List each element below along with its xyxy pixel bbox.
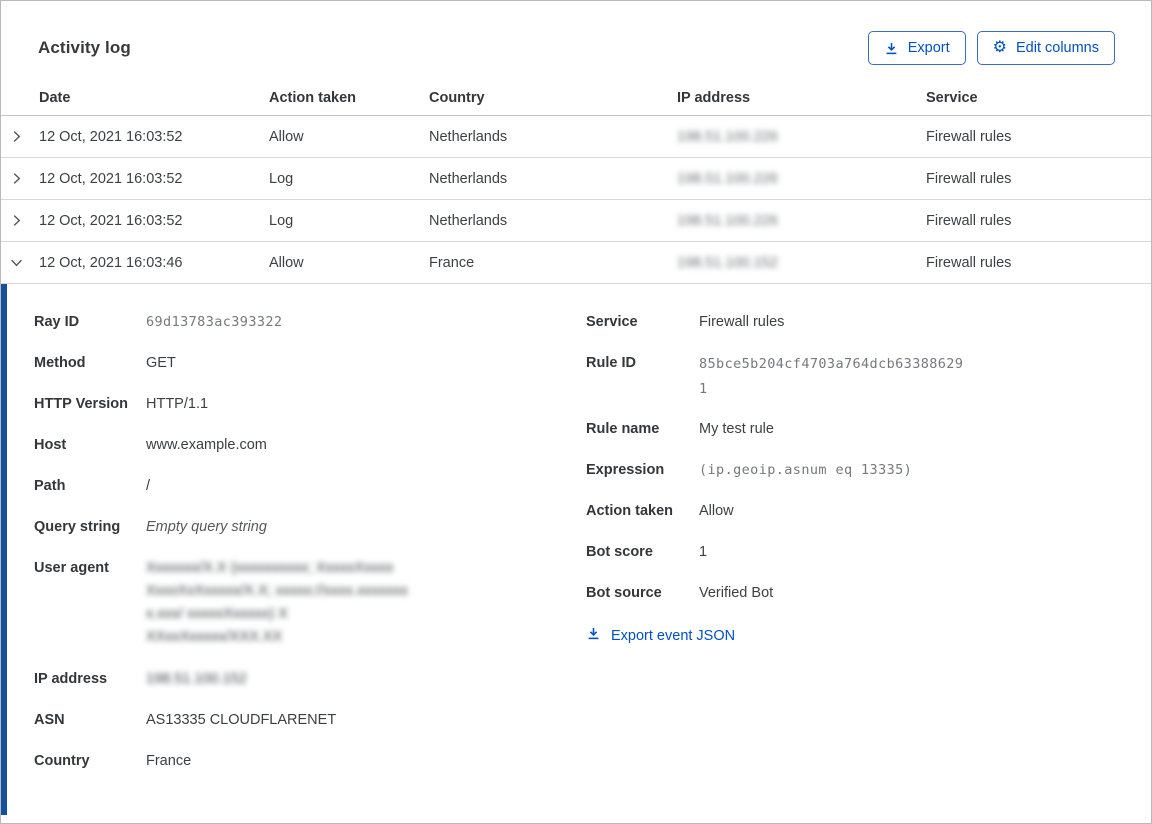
- row-service: Firewall rules: [926, 170, 1012, 187]
- country-value: France: [146, 753, 192, 769]
- detail-row-http-version: HTTP Version HTTP/1.1: [34, 393, 549, 415]
- row-action: Log: [269, 212, 294, 229]
- bot-score-value: 1: [699, 544, 708, 560]
- export-event-json-link[interactable]: Export event JSON: [586, 626, 1131, 645]
- chevron-right-icon[interactable]: [1, 171, 39, 186]
- ray-id-value: 69d13783ac393322: [146, 314, 283, 330]
- asn-value: AS13335 CLOUDFLARENET: [146, 712, 337, 728]
- service-value: Firewall rules: [699, 314, 785, 330]
- row-date: 12 Oct, 2021 16:03:52: [39, 128, 183, 145]
- toolbar: Export ⚙ Edit columns: [867, 31, 1115, 65]
- detail-left-column: Ray ID 69d13783ac393322 Method GET HTTP …: [34, 311, 549, 791]
- detail-row-query-string: Query string Empty query string: [34, 516, 549, 538]
- col-header-ip-address: IP address: [677, 90, 926, 116]
- row-country: Netherlands: [429, 128, 508, 145]
- row-service: Firewall rules: [926, 254, 1012, 271]
- detail-row-asn: ASN AS13335 CLOUDFLARENET: [34, 709, 549, 731]
- table-row[interactable]: 12 Oct, 2021 16:03:52 Log Netherlands 19…: [1, 158, 1151, 200]
- detail-row-service: Service Firewall rules: [586, 311, 1131, 333]
- detail-row-rule-name: Rule name My test rule: [586, 418, 1131, 440]
- detail-row-country: Country France: [34, 750, 549, 772]
- user-agent-value-redacted: Xxxxxxx/X.X (xxxxxxxxxx; XxxxxXxxxx Xxxx…: [146, 560, 408, 645]
- export-button-label: Export: [907, 40, 950, 56]
- chevron-down-icon[interactable]: [1, 255, 39, 270]
- expression-value: (ip.geoip.asnum eq 13335): [699, 462, 913, 478]
- detail-row-method: Method GET: [34, 352, 549, 374]
- edit-columns-button-label: Edit columns: [1015, 40, 1099, 56]
- bot-source-value: Verified Bot: [699, 585, 774, 601]
- row-ip-redacted: 198.51.100.226: [677, 170, 778, 187]
- row-date: 12 Oct, 2021 16:03:46: [39, 254, 183, 271]
- row-country: Netherlands: [429, 212, 508, 229]
- table-row-expanded[interactable]: 12 Oct, 2021 16:03:46 Allow France 198.5…: [1, 242, 1151, 284]
- row-action: Allow: [269, 128, 304, 145]
- col-header-action-taken: Action taken: [269, 90, 429, 116]
- detail-row-rule-id: Rule ID 85bce5b204cf4703a764dcb633886291: [586, 352, 1131, 402]
- row-ip-redacted: 198.51.100.226: [677, 128, 778, 145]
- detail-row-ip-address: IP address 198.51.100.152: [34, 668, 549, 690]
- gear-icon: ⚙: [992, 39, 1007, 56]
- query-string-value: Empty query string: [146, 519, 267, 535]
- path-value: /: [146, 478, 151, 494]
- export-button[interactable]: Export: [867, 31, 966, 65]
- export-event-json-label: Export event JSON: [611, 627, 736, 644]
- method-value: GET: [146, 355, 176, 371]
- col-header-country: Country: [429, 90, 677, 116]
- rule-id-value: 85bce5b204cf4703a764dcb633886291: [699, 356, 964, 397]
- row-ip-redacted: 198.51.100.152: [677, 254, 778, 271]
- http-version-value: HTTP/1.1: [146, 396, 209, 412]
- detail-row-host: Host www.example.com: [34, 434, 549, 456]
- detail-row-user-agent: User agent Xxxxxxx/X.X (xxxxxxxxxx; Xxxx…: [34, 557, 549, 649]
- download-icon: [884, 41, 899, 56]
- row-action: Log: [269, 170, 294, 187]
- row-date: 12 Oct, 2021 16:03:52: [39, 170, 183, 187]
- col-header-service: Service: [926, 90, 1151, 116]
- detail-row-path: Path /: [34, 475, 549, 497]
- table-row[interactable]: 12 Oct, 2021 16:03:52 Allow Netherlands …: [1, 116, 1151, 158]
- row-service: Firewall rules: [926, 212, 1012, 229]
- edit-columns-button[interactable]: ⚙ Edit columns: [976, 31, 1115, 65]
- table-header-spacer: [1, 90, 39, 116]
- host-value: www.example.com: [146, 437, 267, 453]
- rule-name-value: My test rule: [699, 421, 774, 437]
- activity-log-page: Activity log Export ⚙ Edit columns Date …: [0, 0, 1152, 824]
- detail-row-action-taken: Action taken Allow: [586, 500, 1131, 522]
- download-icon: [586, 626, 601, 645]
- row-country: Netherlands: [429, 170, 508, 187]
- row-ip-redacted: 198.51.100.226: [677, 212, 778, 229]
- table-header: Date Action taken Country IP address Ser…: [1, 66, 1151, 116]
- col-header-date: Date: [39, 90, 269, 116]
- event-detail-panel: Ray ID 69d13783ac393322 Method GET HTTP …: [1, 284, 1151, 815]
- row-date: 12 Oct, 2021 16:03:52: [39, 212, 183, 229]
- row-country: France: [429, 254, 475, 271]
- chevron-right-icon[interactable]: [1, 213, 39, 228]
- detail-row-ray-id: Ray ID 69d13783ac393322: [34, 311, 549, 333]
- row-action: Allow: [269, 254, 304, 271]
- action-taken-value: Allow: [699, 503, 734, 519]
- ip-address-value-redacted: 198.51.100.152: [146, 671, 247, 687]
- detail-row-expression: Expression (ip.geoip.asnum eq 13335): [586, 459, 1131, 481]
- row-service: Firewall rules: [926, 128, 1012, 145]
- detail-row-bot-score: Bot score 1: [586, 541, 1131, 563]
- page-title: Activity log: [38, 38, 131, 57]
- detail-right-column: Service Firewall rules Rule ID 85bce5b20…: [586, 311, 1131, 645]
- table-row[interactable]: 12 Oct, 2021 16:03:52 Log Netherlands 19…: [1, 200, 1151, 242]
- chevron-right-icon[interactable]: [1, 129, 39, 144]
- detail-row-bot-source: Bot source Verified Bot: [586, 582, 1131, 604]
- page-header: Activity log Export ⚙ Edit columns: [1, 1, 1151, 66]
